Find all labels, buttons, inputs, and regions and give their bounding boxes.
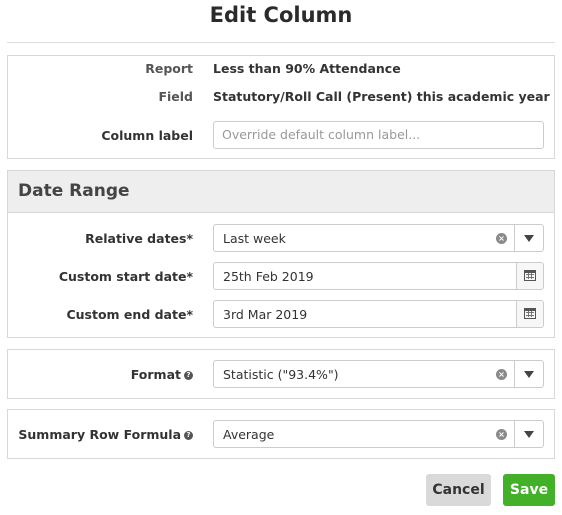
select-divider	[514, 225, 515, 251]
save-button[interactable]: Save	[503, 474, 555, 506]
format-value: Statistic ("93.4%")	[223, 367, 339, 382]
summary-row-formula-value: Average	[223, 427, 275, 442]
start-date-picker-button[interactable]	[516, 263, 543, 289]
summary-row-formula-label: Summary Row Formula?	[3, 427, 193, 442]
title-divider	[7, 42, 555, 43]
calendar-icon	[524, 270, 536, 281]
caret-down-icon[interactable]	[524, 371, 534, 378]
relative-dates-value: Last week	[223, 231, 286, 246]
column-info-panel: Report Less than 90% Attendance Field St…	[7, 55, 555, 159]
field-value: Statutory/Roll Call (Present) this acade…	[213, 89, 550, 104]
custom-start-date-value: 25th Feb 2019	[223, 269, 314, 284]
calendar-icon	[524, 308, 536, 319]
caret-down-icon[interactable]	[524, 431, 534, 438]
summary-panel: Summary Row Formula? Average ×	[7, 409, 555, 459]
report-value: Less than 90% Attendance	[213, 61, 401, 76]
summary-label-text: Summary Row Formula	[18, 427, 181, 442]
custom-start-date-input[interactable]: 25th Feb 2019	[213, 262, 544, 290]
select-divider	[514, 361, 515, 387]
relative-dates-select[interactable]: Last week ×	[213, 224, 544, 252]
end-date-picker-button[interactable]	[516, 301, 543, 327]
dialog-title: Edit Column	[209, 3, 353, 27]
relative-dates-label: Relative dates*	[85, 231, 193, 246]
format-panel: Format? Statistic ("93.4%") ×	[7, 349, 555, 399]
date-range-title: Date Range	[18, 181, 130, 201]
custom-end-date-label: Custom end date*	[66, 307, 193, 322]
format-label: Format?	[3, 367, 193, 382]
column-label-label: Column label	[101, 128, 193, 143]
cancel-button[interactable]: Cancel	[426, 474, 491, 506]
date-range-header: Date Range	[8, 171, 554, 213]
question-circle-icon[interactable]: ?	[184, 371, 193, 380]
custom-end-date-input[interactable]: 3rd Mar 2019	[213, 300, 544, 328]
clear-icon[interactable]: ×	[496, 233, 507, 244]
report-label: Report	[145, 61, 193, 76]
clear-icon[interactable]: ×	[496, 369, 507, 380]
field-label: Field	[158, 89, 193, 104]
custom-start-date-label: Custom start date*	[58, 269, 193, 284]
question-circle-icon[interactable]: ?	[184, 431, 193, 440]
custom-end-date-value: 3rd Mar 2019	[223, 307, 308, 322]
caret-down-icon[interactable]	[524, 235, 534, 242]
clear-icon[interactable]: ×	[496, 429, 507, 440]
date-range-panel: Date Range Relative dates* Last week × C…	[7, 170, 555, 338]
summary-row-formula-select[interactable]: Average ×	[213, 420, 544, 448]
format-label-text: Format	[130, 367, 181, 382]
column-label-input[interactable]: Override default column label...	[213, 121, 544, 149]
format-select[interactable]: Statistic ("93.4%") ×	[213, 360, 544, 388]
select-divider	[514, 421, 515, 447]
